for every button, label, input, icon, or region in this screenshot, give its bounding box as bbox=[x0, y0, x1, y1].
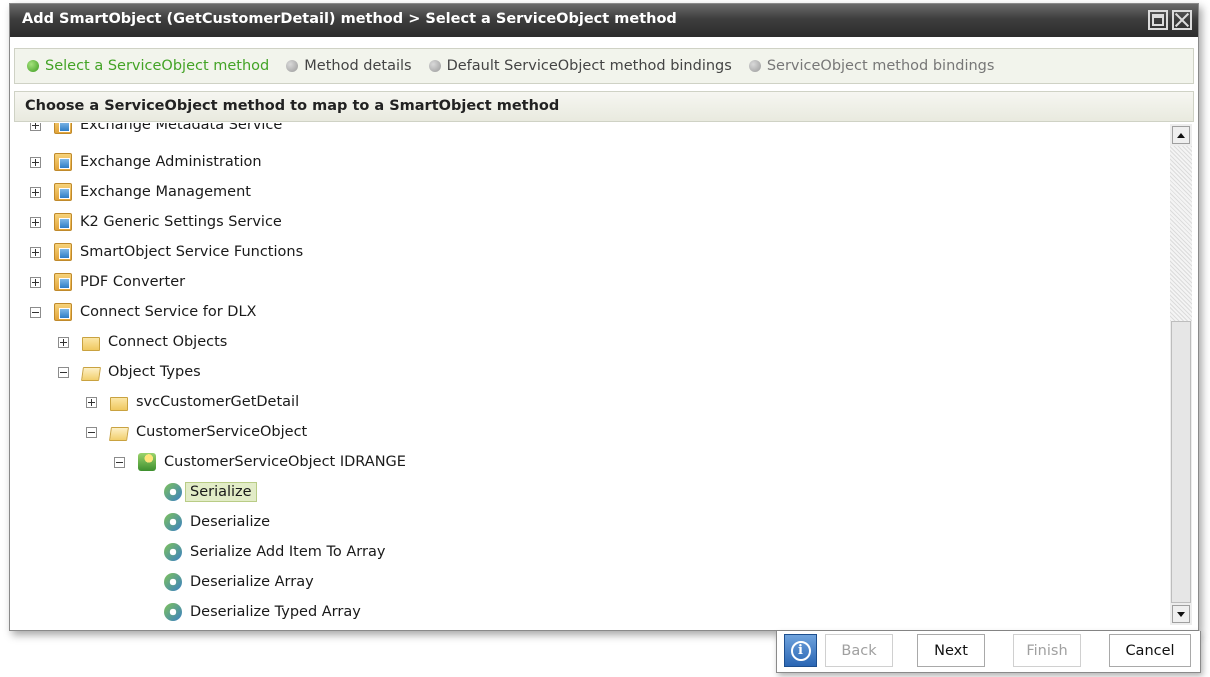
scroll-down-arrow-icon[interactable] bbox=[1172, 605, 1190, 623]
window-title: Add SmartObject (GetCustomerDetail) meth… bbox=[22, 11, 677, 27]
title-bar[interactable]: Add SmartObject (GetCustomerDetail) meth… bbox=[10, 4, 1198, 37]
tree-item-label: Exchange Metadata Service bbox=[80, 123, 283, 133]
tree-item-label: Connect Objects bbox=[108, 334, 228, 350]
tree-item-customerserviceobject-idrange[interactable]: CustomerServiceObject IDRANGE bbox=[114, 451, 406, 473]
tree-item-label: Serialize bbox=[185, 482, 257, 502]
back-button[interactable]: Back bbox=[825, 634, 893, 667]
service-icon bbox=[54, 153, 72, 171]
collapse-icon[interactable] bbox=[58, 366, 69, 378]
expand-icon[interactable] bbox=[30, 246, 41, 258]
expand-icon[interactable] bbox=[30, 156, 41, 168]
tree-item-deserialize-typed-array[interactable]: Deserialize Typed Array bbox=[164, 601, 361, 623]
scrollbar-track[interactable] bbox=[1170, 146, 1192, 321]
method-icon bbox=[164, 573, 182, 591]
tree-item-exchange-administration[interactable]: Exchange Administration bbox=[30, 151, 262, 173]
tree-item-pdf-converter[interactable]: PDF Converter bbox=[30, 271, 185, 293]
folder-open-icon bbox=[81, 366, 101, 381]
step-label: Method details bbox=[304, 58, 412, 74]
method-icon bbox=[164, 543, 182, 561]
finish-button[interactable]: Finish bbox=[1013, 634, 1081, 667]
scrollbar-thumb[interactable] bbox=[1171, 321, 1191, 603]
method-icon bbox=[164, 483, 182, 501]
expand-icon[interactable] bbox=[30, 276, 41, 288]
collapse-icon[interactable] bbox=[30, 306, 41, 318]
service-object-icon bbox=[138, 453, 156, 471]
close-icon[interactable] bbox=[1172, 10, 1192, 30]
tree-item-label: Exchange Administration bbox=[80, 154, 262, 170]
step-label: Default ServiceObject method bindings bbox=[446, 58, 732, 74]
wizard-steps: Select a ServiceObject method Method det… bbox=[14, 48, 1194, 84]
tree-item-label: Object Types bbox=[108, 364, 201, 380]
tree-item-label: Deserialize Typed Array bbox=[190, 604, 361, 620]
tree-item-label: Deserialize bbox=[190, 514, 271, 530]
folder-icon bbox=[110, 396, 128, 411]
tree-item-connect-objects[interactable]: Connect Objects bbox=[58, 331, 227, 353]
step-default-serviceobject-method-bindings[interactable]: Default ServiceObject method bindings bbox=[428, 58, 732, 74]
expand-icon[interactable] bbox=[30, 186, 41, 198]
tree-item-serialize-add-item-to-array[interactable]: Serialize Add Item To Array bbox=[164, 541, 385, 563]
dialog-window: Add SmartObject (GetCustomerDetail) meth… bbox=[9, 3, 1199, 631]
service-icon bbox=[54, 303, 72, 321]
tree-item-label: svcCustomerGetDetail bbox=[136, 394, 300, 410]
tree-item-deserialize[interactable]: Deserialize bbox=[164, 511, 270, 533]
method-icon bbox=[164, 603, 182, 621]
service-icon bbox=[54, 243, 72, 261]
wizard-footer: i Back Next Finish Cancel bbox=[776, 631, 1201, 673]
tree-item-label: CustomerServiceObject IDRANGE bbox=[164, 454, 406, 470]
vertical-scrollbar[interactable] bbox=[1170, 124, 1192, 625]
folder-icon bbox=[82, 336, 100, 351]
maximize-icon[interactable] bbox=[1148, 10, 1168, 30]
info-button[interactable]: i bbox=[784, 634, 817, 667]
tree-item-svccustomergetdetail[interactable]: svcCustomerGetDetail bbox=[86, 391, 299, 413]
service-icon bbox=[54, 183, 72, 201]
service-icon bbox=[54, 213, 72, 231]
folder-open-icon bbox=[109, 426, 129, 441]
expand-icon[interactable] bbox=[86, 396, 97, 408]
tree-item-label: K2 Generic Settings Service bbox=[80, 214, 282, 230]
tree-item-smartobject-service-functions[interactable]: SmartObject Service Functions bbox=[30, 241, 303, 263]
info-icon: i bbox=[790, 640, 811, 661]
expand-icon[interactable] bbox=[30, 216, 41, 228]
step-active-dot-icon bbox=[27, 60, 39, 72]
tree-item-label: Exchange Management bbox=[80, 184, 251, 200]
tree-item-customerserviceobject[interactable]: CustomerServiceObject bbox=[86, 421, 307, 443]
service-icon bbox=[54, 123, 72, 134]
tree-item-label: CustomerServiceObject bbox=[136, 424, 308, 440]
panel-heading: Choose a ServiceObject method to map to … bbox=[14, 91, 1194, 122]
expand-icon[interactable] bbox=[58, 336, 69, 348]
step-label: ServiceObject method bindings bbox=[766, 58, 995, 74]
method-icon bbox=[164, 513, 182, 531]
tree-item-label: Deserialize Array bbox=[190, 574, 314, 590]
step-pending-dot-icon bbox=[428, 60, 441, 72]
cancel-button[interactable]: Cancel bbox=[1109, 634, 1191, 667]
tree-item-deserialize-array[interactable]: Deserialize Array bbox=[164, 571, 314, 593]
step-pending-dot-icon bbox=[748, 60, 761, 72]
tree-item-serialize[interactable]: Serialize bbox=[164, 481, 257, 503]
collapse-icon[interactable] bbox=[114, 456, 125, 468]
step-serviceobject-method-bindings[interactable]: ServiceObject method bindings bbox=[748, 58, 995, 74]
step-method-details[interactable]: Method details bbox=[286, 58, 412, 74]
tree-item-label: PDF Converter bbox=[80, 274, 186, 290]
tree-item-label: SmartObject Service Functions bbox=[80, 244, 304, 260]
serviceobject-tree[interactable]: Exchange Metadata Service Exchange Admin… bbox=[14, 123, 1170, 626]
step-select-serviceobject-method[interactable]: Select a ServiceObject method bbox=[27, 58, 269, 74]
tree-item-connect-service-for-dlx[interactable]: Connect Service for DLX bbox=[30, 301, 257, 323]
expand-icon[interactable] bbox=[30, 123, 41, 131]
collapse-icon[interactable] bbox=[86, 426, 97, 438]
tree-item-object-types[interactable]: Object Types bbox=[58, 361, 201, 383]
tree-item-exchange-metadata-service[interactable]: Exchange Metadata Service bbox=[30, 123, 282, 136]
tree-item-k2-generic-settings-service[interactable]: K2 Generic Settings Service bbox=[30, 211, 282, 233]
tree-item-label: Serialize Add Item To Array bbox=[190, 544, 386, 560]
tree-item-exchange-management[interactable]: Exchange Management bbox=[30, 181, 251, 203]
tree-item-label: Connect Service for DLX bbox=[80, 304, 257, 320]
scroll-up-arrow-icon[interactable] bbox=[1172, 126, 1190, 144]
next-button[interactable]: Next bbox=[917, 634, 985, 667]
service-icon bbox=[54, 273, 72, 291]
step-pending-dot-icon bbox=[286, 60, 299, 72]
step-label: Select a ServiceObject method bbox=[45, 58, 270, 74]
